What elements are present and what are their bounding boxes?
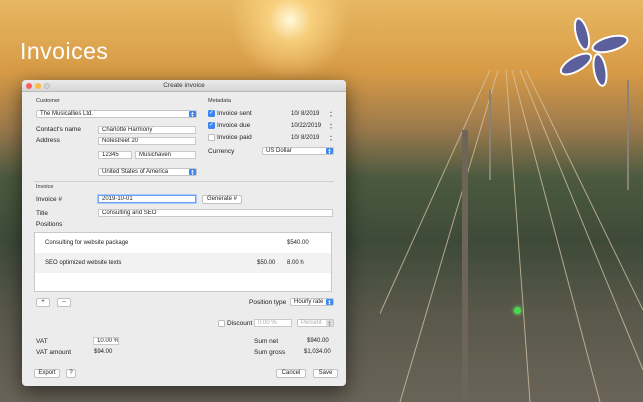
invoice-paid-date[interactable]: 10/ 8/2019: [291, 134, 319, 142]
railway-background: [380, 70, 643, 402]
chevron-up-down-icon: ▲ ▼: [189, 110, 196, 118]
position-amount: $540.00: [287, 240, 309, 246]
customer-select[interactable]: The Musicallies Ltd. ▲ ▼: [36, 110, 197, 118]
app-title: Invoices: [20, 38, 109, 64]
invoice-sent-date[interactable]: 10/ 8/2019: [291, 110, 319, 118]
table-row[interactable]: SEO optimized website texts $50.00 8.00 …: [35, 253, 331, 273]
create-invoice-dialog: Create invoice Customer The Musicallies …: [22, 80, 346, 386]
invoice-due-label: Invoice due: [217, 122, 251, 129]
position-type-value: Hourly rate: [294, 299, 324, 305]
position-type-select[interactable]: Hourly rate ▲ ▼: [290, 298, 334, 306]
remove-position-button[interactable]: –: [57, 298, 71, 307]
save-button[interactable]: Save: [313, 369, 338, 378]
customer-section-label: Customer: [36, 98, 60, 104]
cancel-button[interactable]: Cancel: [276, 369, 306, 378]
chevron-up-down-icon: ▲ ▼: [189, 168, 196, 176]
vat-amount-value: $94.00: [94, 349, 113, 355]
position-description: Consulting for website package: [45, 240, 129, 246]
currency-select[interactable]: US Dollar ▲ ▼: [262, 147, 334, 155]
discount-label: Discount: [227, 320, 253, 327]
currency-select-value: US Dollar: [266, 148, 292, 154]
chevron-up-down-icon: ▲ ▼: [326, 319, 333, 327]
position-type-label: Position type: [249, 299, 287, 306]
position-quantity: 8.00 h: [287, 260, 304, 266]
sum-net-label: Sum net: [254, 338, 279, 345]
vat-label: VAT: [36, 338, 48, 345]
add-position-button[interactable]: +: [36, 298, 50, 307]
table-row[interactable]: Consulting for website package $540.00: [35, 233, 331, 253]
window-title: Create invoice: [163, 82, 205, 89]
date-stepper-icon[interactable]: ▲ ▼: [329, 110, 333, 118]
discount-unit-value: Percent: [301, 320, 322, 326]
export-button[interactable]: Export: [34, 369, 60, 378]
country-select[interactable]: United States of America ▲ ▼: [98, 168, 197, 176]
invoice-number-label: Invoice #: [36, 196, 63, 203]
currency-label: Currency: [208, 148, 235, 155]
title-field[interactable]: Consulting and SEO: [98, 209, 333, 217]
metadata-section-label: Metadata: [208, 98, 231, 104]
invoice-section-label: Invoice: [36, 184, 54, 190]
invoice-paid-label: Invoice paid: [217, 134, 252, 141]
positions-label: Positions: [36, 221, 63, 228]
position-rate: $50.00: [257, 260, 276, 266]
date-stepper-icon[interactable]: ▲ ▼: [329, 134, 333, 142]
invoice-sent-checkbox[interactable]: ✓: [208, 110, 215, 117]
title-label: Title: [36, 210, 49, 217]
address-label: Address: [36, 137, 60, 144]
positions-table[interactable]: Consulting for website package $540.00 S…: [34, 232, 332, 292]
street-field[interactable]: Notestreet 20: [98, 137, 196, 145]
discount-checkbox[interactable]: [218, 320, 225, 327]
invoice-due-date[interactable]: 10/22/2019: [291, 122, 321, 130]
discount-unit-select[interactable]: Percent ▲ ▼: [297, 319, 334, 327]
customer-select-value: The Musicallies Ltd.: [40, 111, 94, 117]
vat-field[interactable]: 10.00 %: [93, 337, 119, 345]
zip-field[interactable]: 12345: [98, 151, 132, 159]
sum-net-value: $940.00: [307, 338, 329, 344]
invoice-due-checkbox[interactable]: ✓: [208, 122, 215, 129]
contact-field[interactable]: Charlotte Harmony: [98, 126, 196, 134]
signal-light: [514, 307, 521, 314]
contact-label: Contact's name: [36, 126, 81, 133]
section-divider: [34, 181, 334, 182]
chevron-up-down-icon: ▲ ▼: [326, 147, 333, 155]
sun-glow: [230, 0, 350, 80]
titlebar: Create invoice: [22, 80, 346, 92]
position-description: SEO optimized website texts: [45, 260, 122, 266]
invoice-number-field[interactable]: 2019-10-01: [98, 195, 196, 203]
city-field[interactable]: Musichaven: [135, 151, 196, 159]
generate-number-button[interactable]: Generate #: [202, 195, 242, 204]
chevron-up-down-icon: ▲ ▼: [326, 298, 333, 306]
sum-gross-label: Sum gross: [254, 349, 286, 356]
invoice-sent-label: Invoice sent: [217, 110, 252, 117]
sum-gross-value: $1,034.00: [304, 349, 331, 355]
app-logo-icon: [559, 17, 629, 87]
country-select-value: United States of America: [102, 169, 169, 175]
date-stepper-icon[interactable]: ▲ ▼: [329, 122, 333, 130]
discount-field[interactable]: 0.00 %: [254, 319, 292, 327]
vat-amount-label: VAT amount: [36, 349, 72, 356]
invoice-paid-checkbox[interactable]: [208, 134, 215, 141]
help-button[interactable]: ?: [66, 369, 76, 378]
